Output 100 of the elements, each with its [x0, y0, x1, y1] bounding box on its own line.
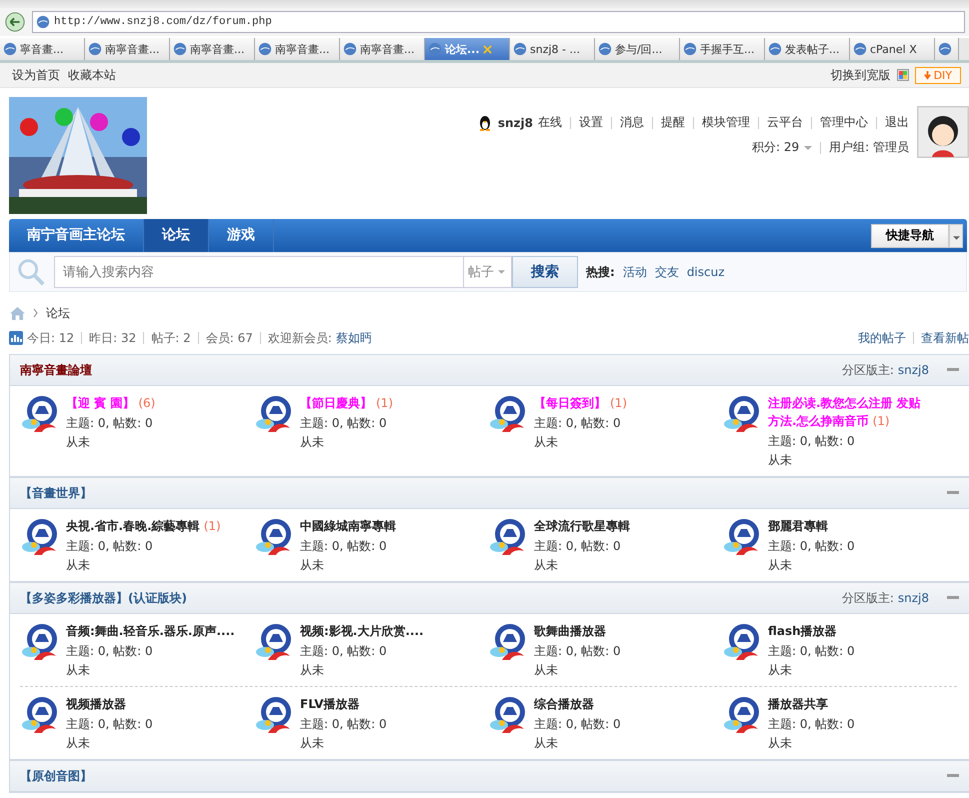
section-title[interactable]: 【原创音图】	[20, 768, 92, 784]
forum-icon[interactable]	[20, 622, 60, 662]
hot-search-link[interactable]: 活动	[622, 264, 647, 280]
stat-text: 昨日: 32	[89, 330, 136, 346]
collapse-button[interactable]	[945, 489, 961, 497]
forum-stats: 主题: 0, 帖数: 0	[66, 716, 153, 732]
moderator-link[interactable]: snzj8	[898, 591, 929, 605]
avatar[interactable]	[917, 106, 969, 158]
browser-tab[interactable]: 南寧音畫...	[85, 38, 170, 60]
collapse-button[interactable]	[945, 366, 961, 374]
browser-tab[interactable]	[935, 38, 959, 60]
last-post: 从未	[66, 735, 91, 751]
browser-tab[interactable]: 手握手互...	[680, 38, 765, 60]
forum-icon[interactable]	[722, 622, 762, 662]
user-group: 用户组: 管理员	[829, 139, 909, 156]
last-post: 从未	[66, 434, 91, 450]
section-title[interactable]: 【音畫世界】	[20, 484, 92, 502]
welcome-text: 欢迎新会员:	[268, 330, 332, 346]
hot-search-label: 热搜:	[586, 264, 615, 280]
user-link[interactable]: 模块管理	[702, 114, 750, 131]
forum-icon[interactable]	[254, 622, 294, 662]
browser-tab[interactable]: 南寧音畫...	[255, 38, 340, 60]
browser-tab[interactable]: 南寧音畫...	[340, 38, 425, 60]
download-arrow-icon	[924, 70, 931, 80]
globe-icon	[513, 42, 527, 56]
forum-title-link[interactable]: 视频播放器	[66, 695, 153, 713]
forum-title-link[interactable]: FLV播放器	[300, 695, 387, 713]
forum-icon[interactable]	[488, 622, 528, 662]
forum-title-link[interactable]: 音频:舞曲.轻音乐.器乐.原声....	[66, 622, 235, 640]
hot-search-link[interactable]: 交友	[654, 264, 679, 280]
forum-title-link[interactable]: 歌舞曲播放器	[534, 622, 621, 640]
user-link[interactable]: 退出	[885, 114, 909, 131]
forum-stats: 主题: 0, 帖数: 0	[534, 716, 621, 732]
search-icon	[16, 257, 46, 287]
address-field[interactable]: http://www.snzj8.com/dz/forum.php	[32, 11, 965, 33]
stats-link[interactable]: 查看新帖	[921, 330, 969, 346]
minus-icon	[947, 596, 959, 600]
forum-title-link[interactable]: flash播放器	[768, 622, 855, 640]
top-link[interactable]: 设为首页	[12, 66, 60, 84]
stats-link[interactable]: 我的帖子	[858, 330, 906, 346]
collapse-button[interactable]	[945, 772, 961, 780]
nav-tab[interactable]: 论坛	[144, 219, 209, 252]
last-post: 从未	[534, 557, 559, 573]
globe-icon	[938, 42, 952, 56]
browser-tab[interactable]: 南寧音畫...	[170, 38, 255, 60]
browser-tab[interactable]: snzj8 - ...	[510, 38, 595, 60]
forum-stats: 主题: 0, 帖数: 0	[534, 415, 622, 431]
forum-title-link[interactable]: 中國綠城南寧專輯	[300, 517, 396, 535]
globe-icon	[88, 42, 102, 56]
last-post: 从未	[534, 662, 559, 678]
forum-icon[interactable]	[488, 695, 528, 735]
moderator-link[interactable]: snzj8	[898, 363, 929, 377]
forum-icon[interactable]	[254, 394, 294, 434]
top-link[interactable]: 收藏本站	[68, 66, 116, 84]
collapse-button[interactable]	[945, 594, 961, 602]
forum-icon[interactable]	[722, 695, 762, 735]
quick-nav-dropdown[interactable]	[949, 224, 963, 248]
forum-icon[interactable]	[20, 695, 60, 735]
username-link[interactable]: snzj8	[498, 116, 533, 130]
forum-icon[interactable]	[722, 517, 762, 557]
forum-icon[interactable]	[722, 394, 762, 434]
new-member-link[interactable]: 蔡如眄	[336, 330, 372, 346]
browser-tab[interactable]: 发表帖子...	[765, 38, 850, 60]
user-link[interactable]: 云平台	[767, 114, 803, 131]
search-type-dropdown[interactable]: 帖子	[464, 256, 512, 288]
hot-search-link[interactable]: discuz	[686, 265, 725, 279]
palette-icon[interactable]	[896, 69, 909, 81]
credits-link[interactable]: 积分: 29	[752, 139, 800, 156]
forum-stats: 主题: 0, 帖数: 0	[768, 433, 856, 449]
forum-icon[interactable]	[20, 517, 60, 557]
forum-title-link[interactable]: 鄧麗君專輯	[768, 517, 855, 535]
forum-icon[interactable]	[254, 517, 294, 557]
user-link[interactable]: 消息	[620, 114, 644, 131]
globe-icon	[343, 42, 357, 56]
wide-switch-link[interactable]: 切换到宽版	[830, 66, 891, 84]
section-title[interactable]: 【多姿多彩播放器】(认证版块)	[20, 590, 187, 606]
forum-icon[interactable]	[20, 394, 60, 434]
search-field[interactable]: 请输入搜索内容	[54, 256, 464, 288]
forum-stats: 主题: 0, 帖数: 0	[300, 415, 388, 431]
search-button[interactable]: 搜索	[512, 256, 578, 288]
last-post: 从未	[300, 735, 325, 751]
caret-icon	[804, 146, 812, 150]
forum-icon[interactable]	[488, 517, 528, 557]
browser-tab[interactable]: 寧音畫...	[0, 38, 85, 60]
browser-tab[interactable]: cPanel X	[850, 38, 935, 60]
browser-tab[interactable]: 参与/回...	[595, 38, 680, 60]
forum-title-link[interactable]: 播放器共享	[768, 695, 855, 713]
forum-icon[interactable]	[254, 695, 294, 735]
section-title[interactable]: 南寧音畫論壇	[20, 362, 92, 378]
user-link[interactable]: 提醒	[661, 114, 685, 131]
forum-title-link[interactable]: 央視.省市.春晚.綜藝專輯 (1)	[66, 517, 221, 535]
forum-title-link[interactable]: 综合播放器	[534, 695, 621, 713]
forum-icon[interactable]	[488, 394, 528, 434]
user-link[interactable]: 管理中心	[820, 114, 868, 131]
forum-title-link[interactable]: 视频:影视.大片欣赏....	[300, 622, 424, 640]
user-link[interactable]: 设置	[579, 114, 603, 131]
quick-nav-button[interactable]: 快捷导航	[871, 224, 949, 248]
back-icon[interactable]	[4, 11, 26, 33]
stat-text: 帖子: 2	[151, 330, 191, 346]
forum-title-link[interactable]: 全球流行歌星專輯	[534, 517, 630, 535]
